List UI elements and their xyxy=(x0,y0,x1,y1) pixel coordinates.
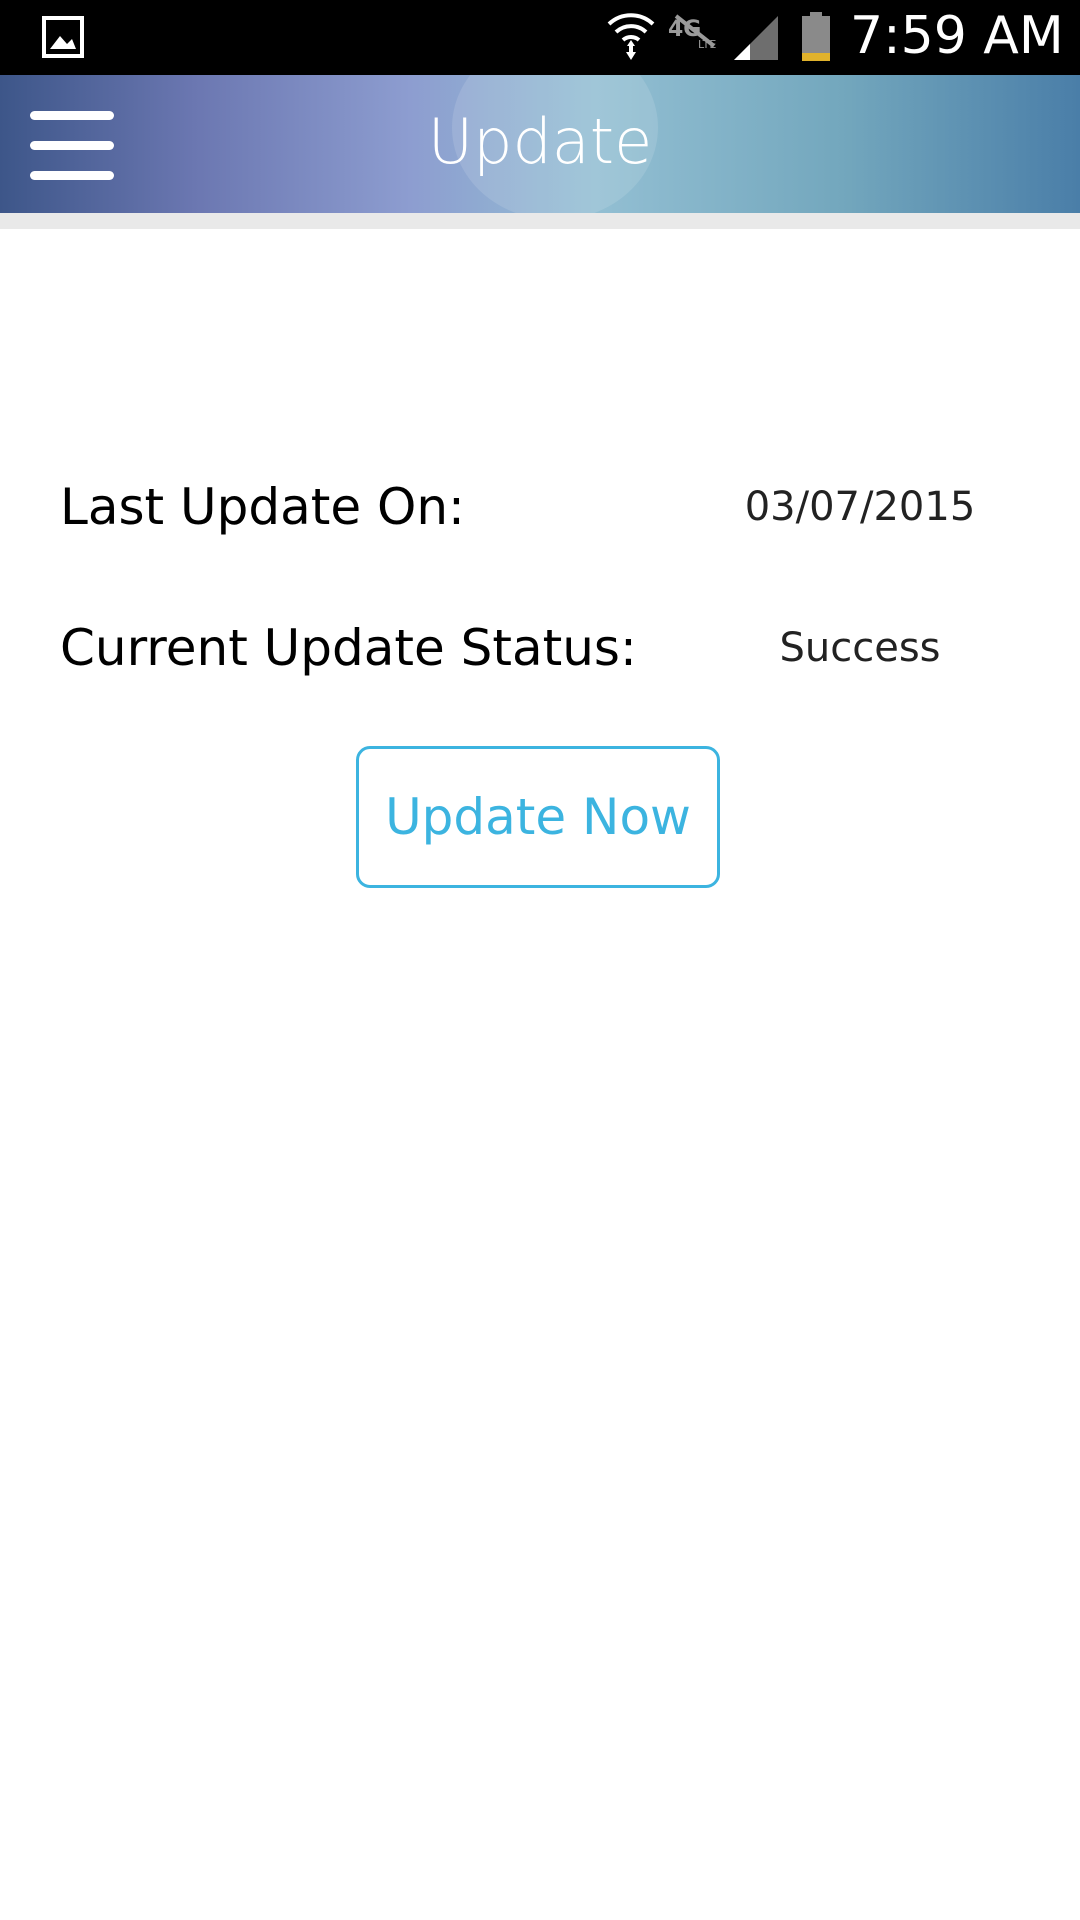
update-status-value: Success xyxy=(779,625,941,671)
wifi-icon xyxy=(607,13,655,60)
clock: 7:59 AM xyxy=(850,6,1064,66)
update-now-button[interactable]: Update Now xyxy=(356,746,720,888)
signal-icon xyxy=(734,16,778,60)
app-bar-divider xyxy=(0,213,1080,229)
gallery-icon xyxy=(42,16,84,58)
battery-icon xyxy=(802,12,830,61)
last-update-value: 03/07/2015 xyxy=(744,484,976,530)
mobile-data-off-icon: 4G LTE xyxy=(668,14,716,51)
app-bar: Update xyxy=(0,75,1080,213)
status-bar: 4G LTE 7:59 AM xyxy=(0,0,1080,75)
page-title: Update xyxy=(427,105,653,178)
update-status-label: Current Update Status: xyxy=(60,619,637,677)
last-update-label: Last Update On: xyxy=(60,478,465,536)
